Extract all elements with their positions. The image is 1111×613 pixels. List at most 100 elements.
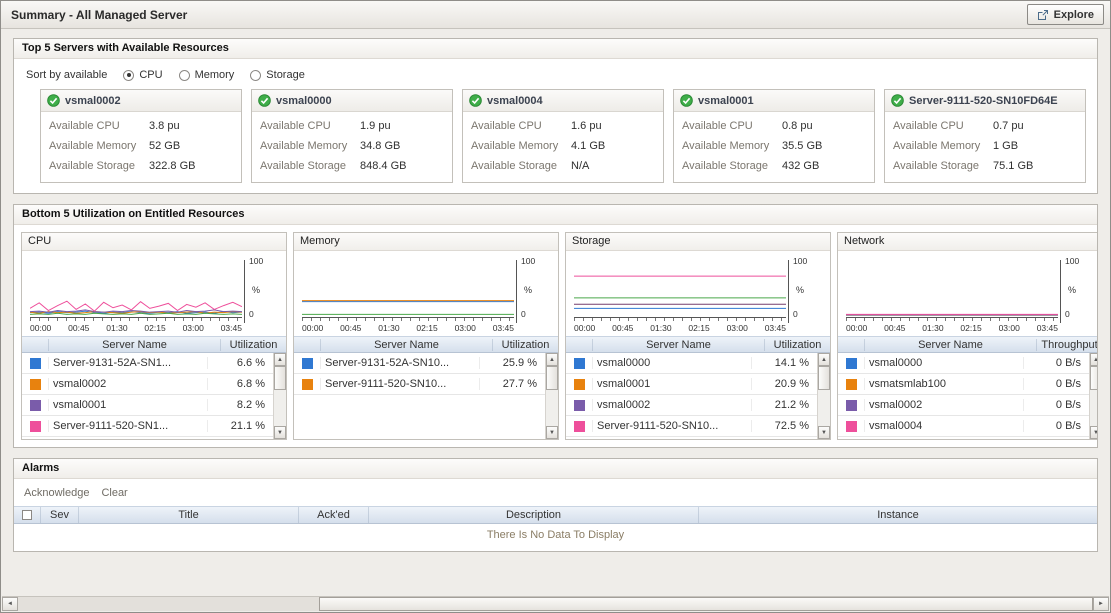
server-name-column-header: Server Name <box>592 339 764 351</box>
available-cpu-value: 1.6 pu <box>571 120 602 132</box>
scrollbar-track[interactable] <box>818 390 830 426</box>
acknowledge-button[interactable]: Acknowledge <box>24 487 89 499</box>
select-all-checkbox[interactable] <box>14 507 40 523</box>
server-name-link[interactable]: vsmal0004 <box>487 95 543 107</box>
table-vertical-scrollbar[interactable]: ▲ ▼ <box>273 353 286 439</box>
x-tick: 00:45 <box>884 323 905 333</box>
server-name-cell: Server-9111-520-SN1... <box>48 420 207 432</box>
scrollbar-track[interactable] <box>274 390 286 426</box>
scrollbar-thumb[interactable] <box>818 366 830 390</box>
sort-radio-storage[interactable]: Storage <box>250 69 305 81</box>
server-name-cell: Server-9111-520-SN10... <box>592 420 751 432</box>
horizontal-scrollbar[interactable]: ◄ ► <box>2 596 1109 611</box>
util-table-header: Server Name Utilization <box>566 336 830 353</box>
value-cell: 0 B/s <box>1023 378 1089 390</box>
series-color-swatch <box>846 400 857 411</box>
util-table-row[interactable]: Server-9111-520-SN10... 72.5 % <box>566 416 817 437</box>
value-cell: 8.2 % <box>207 399 273 411</box>
x-tick: 00:45 <box>612 323 633 333</box>
scroll-up-icon[interactable]: ▲ <box>1090 353 1097 366</box>
util-table-header: Server Name Utilization <box>294 336 558 353</box>
scroll-down-icon[interactable]: ▼ <box>546 426 558 439</box>
explore-icon <box>1037 9 1049 21</box>
explore-button[interactable]: Explore <box>1027 4 1104 25</box>
scroll-down-icon[interactable]: ▼ <box>818 426 830 439</box>
x-tick: 02:15 <box>416 323 437 333</box>
util-panel-title: Memory <box>294 233 558 251</box>
server-name-cell: Server-9111-520-SN10... <box>320 378 479 390</box>
scroll-up-icon[interactable]: ▲ <box>818 353 830 366</box>
scroll-right-icon[interactable]: ► <box>1093 597 1109 611</box>
series-color-swatch <box>846 358 857 369</box>
scrollbar-thumb[interactable] <box>319 597 1093 611</box>
scrollbar-thumb[interactable] <box>1090 366 1097 390</box>
scrollbar-thumb[interactable] <box>546 366 558 390</box>
util-table-row[interactable]: vsmal0004 0 B/s <box>838 416 1089 437</box>
util-panels-row: CPU 00:0000:4501:3002:1503:0003:45 100 % <box>14 225 1097 447</box>
scroll-left-icon[interactable]: ◄ <box>2 597 18 611</box>
x-tick: 01:30 <box>922 323 943 333</box>
series-color-swatch <box>30 400 41 411</box>
util-table-row[interactable]: vsmal0000 0 B/s <box>838 353 1089 374</box>
table-vertical-scrollbar[interactable]: ▲ ▼ <box>1089 353 1097 439</box>
util-table-row[interactable]: Server-9131-52A-SN1... 6.6 % <box>22 353 273 374</box>
scrollbar-track[interactable] <box>546 390 558 426</box>
x-tick: 03:45 <box>493 323 514 333</box>
util-table-row[interactable]: Server-9111-520-SN10... 27.7 % <box>294 374 545 395</box>
util-table-row[interactable]: vsmal0001 8.2 % <box>22 395 273 416</box>
series-color-swatch <box>302 358 313 369</box>
scroll-down-icon[interactable]: ▼ <box>1090 426 1097 439</box>
clear-button[interactable]: Clear <box>101 487 127 499</box>
sort-radio-cpu[interactable]: CPU <box>123 69 162 81</box>
x-tick: 00:45 <box>340 323 361 333</box>
available-storage-value: 75.1 GB <box>993 160 1033 172</box>
scroll-down-icon[interactable]: ▼ <box>274 426 286 439</box>
util-table-row[interactable]: vsmal0001 20.9 % <box>566 374 817 395</box>
server-cards-row: vsmal0002 Available CPU3.8 pu Available … <box>24 89 1087 183</box>
scrollbar-track[interactable] <box>1090 390 1097 426</box>
server-name-cell: Server-9131-52A-SN10... <box>320 357 479 369</box>
storage-chart-plot <box>574 260 786 317</box>
value-cell: 0 B/s <box>1023 357 1089 369</box>
value-cell: 27.7 % <box>479 378 545 390</box>
series-color-swatch <box>574 400 585 411</box>
value-cell: 6.6 % <box>207 357 273 369</box>
server-name-link[interactable]: vsmal0002 <box>65 95 121 107</box>
server-card: vsmal0002 Available CPU3.8 pu Available … <box>40 89 242 183</box>
scrollbar-track[interactable] <box>18 597 1093 611</box>
table-vertical-scrollbar[interactable]: ▲ ▼ <box>817 353 830 439</box>
util-table-row[interactable]: vsmatsmlab100 0 B/s <box>838 374 1089 395</box>
field-label: Available Memory <box>49 140 149 152</box>
util-table-row[interactable]: vsmal0002 21.2 % <box>566 395 817 416</box>
util-table-row[interactable]: Server-9111-520-SN1... 21.1 % <box>22 416 273 437</box>
available-cpu-value: 3.8 pu <box>149 120 180 132</box>
scrollbar-thumb[interactable] <box>274 366 286 390</box>
table-vertical-scrollbar[interactable]: ▲ ▼ <box>545 353 558 439</box>
top5-servers-panel: Top 5 Servers with Available Resources S… <box>13 38 1098 194</box>
alarms-toolbar: Acknowledge Clear <box>14 479 1097 506</box>
status-ok-icon <box>680 94 693 107</box>
sort-radio-memory[interactable]: Memory <box>179 69 235 81</box>
server-name-cell: vsmal0001 <box>592 378 751 390</box>
server-name-link[interactable]: Server-9111-520-SN10FD64E <box>909 95 1058 107</box>
server-name-link[interactable]: vsmal0000 <box>276 95 332 107</box>
y-min-label: 0 <box>249 309 254 319</box>
server-name-link[interactable]: vsmal0001 <box>698 95 754 107</box>
field-label: Available Storage <box>260 160 360 172</box>
field-label: Available Memory <box>471 140 571 152</box>
server-card: vsmal0004 Available CPU1.6 pu Available … <box>462 89 664 183</box>
y-max-label: 100 <box>249 256 263 266</box>
series-color-swatch <box>846 379 857 390</box>
util-table-row[interactable]: vsmal0000 14.1 % <box>566 353 817 374</box>
server-name-cell: vsmal0002 <box>48 378 207 390</box>
util-panel-title: Storage <box>566 233 830 251</box>
y-unit-label: % <box>524 285 532 295</box>
x-tick: 00:00 <box>846 323 867 333</box>
util-table-row[interactable]: vsmal0002 0 B/s <box>838 395 1089 416</box>
server-name-column-header: Server Name <box>48 339 220 351</box>
scroll-up-icon[interactable]: ▲ <box>274 353 286 366</box>
util-panel-title: Network <box>838 233 1097 251</box>
scroll-up-icon[interactable]: ▲ <box>546 353 558 366</box>
util-table-row[interactable]: Server-9131-52A-SN10... 25.9 % <box>294 353 545 374</box>
util-table-row[interactable]: vsmal0002 6.8 % <box>22 374 273 395</box>
